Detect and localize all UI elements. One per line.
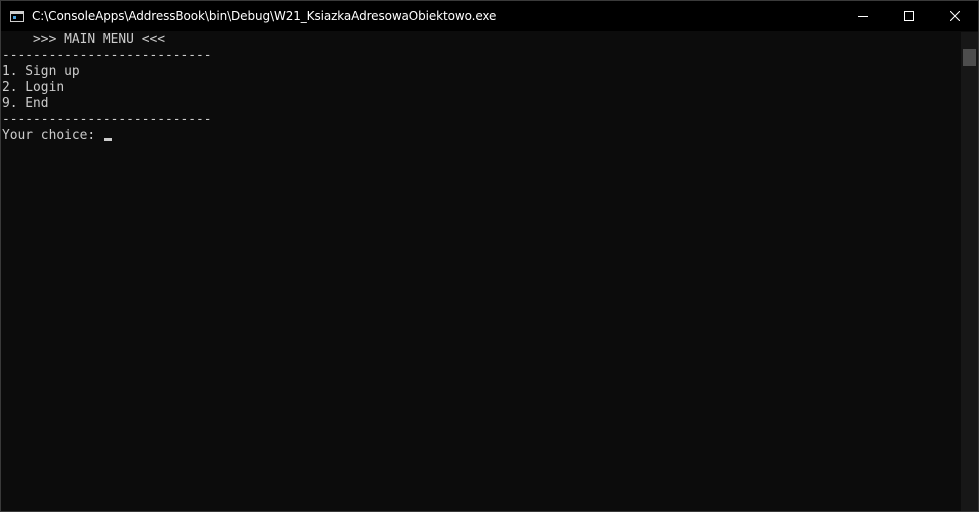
text-cursor	[103, 138, 112, 141]
console-window: C:\ConsoleApps\AddressBook\bin\Debug\W21…	[0, 0, 979, 512]
menu-option-end: 9. End	[2, 96, 49, 111]
separator-line: ---------------------------	[2, 48, 212, 63]
maximize-button[interactable]	[886, 1, 932, 31]
menu-option-sign-up: 1. Sign up	[2, 64, 80, 79]
scrollbar-thumb[interactable]	[963, 49, 976, 66]
caption-buttons	[840, 1, 978, 31]
menu-option-login: 2. Login	[2, 80, 65, 95]
menu-header: >>> MAIN MENU <<<	[2, 32, 165, 47]
title-bar[interactable]: C:\ConsoleApps\AddressBook\bin\Debug\W21…	[1, 1, 978, 31]
close-button[interactable]	[932, 1, 978, 31]
close-icon	[950, 11, 960, 21]
scroll-up-area[interactable]	[961, 32, 978, 49]
minimize-icon	[858, 16, 868, 17]
minimize-button[interactable]	[840, 1, 886, 31]
window-title: C:\ConsoleApps\AddressBook\bin\Debug\W21…	[32, 9, 497, 23]
choice-prompt: Your choice:	[2, 128, 103, 143]
maximize-icon	[904, 11, 914, 21]
console-app-icon[interactable]	[10, 10, 24, 22]
vertical-scrollbar[interactable]	[961, 32, 978, 511]
prompt-line[interactable]: Your choice:	[2, 128, 961, 144]
console-output[interactable]: >>> MAIN MENU <<< ----------------------…	[1, 32, 961, 511]
separator-line: ---------------------------	[2, 112, 212, 127]
